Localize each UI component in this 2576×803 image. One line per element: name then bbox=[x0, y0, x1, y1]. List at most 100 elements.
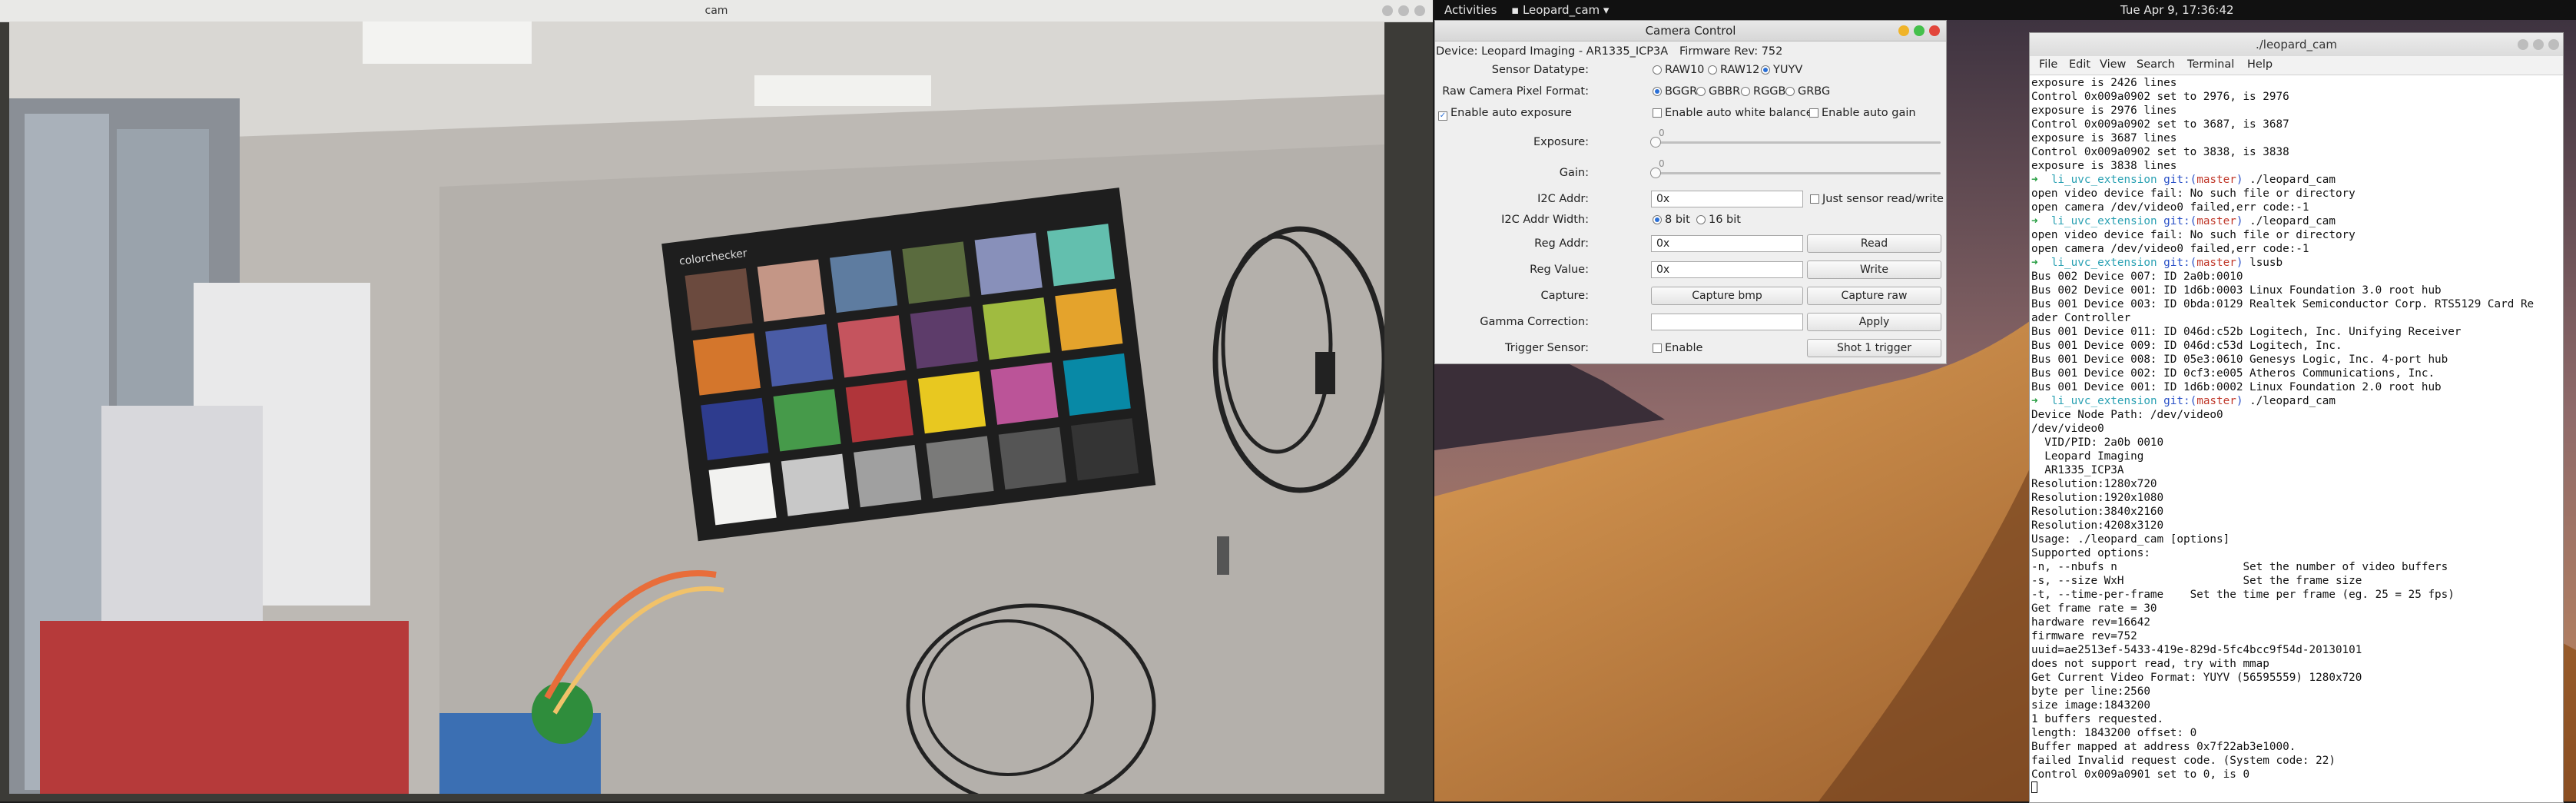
terminal-line: VID/PID: 2a0b 0010 bbox=[2031, 436, 2164, 449]
radio-selected-icon bbox=[1653, 87, 1662, 96]
auto-white-balance-checkbox[interactable]: Enable auto white balance bbox=[1653, 107, 1813, 119]
activities-button[interactable]: Activities bbox=[1444, 3, 1497, 17]
close-icon[interactable] bbox=[1929, 25, 1940, 36]
color-patch bbox=[781, 453, 850, 516]
shot-trigger-button[interactable]: Shot 1 trigger bbox=[1807, 339, 1941, 357]
i2c-width-label: I2C Addr Width: bbox=[1501, 214, 1589, 226]
capture-label: Capture: bbox=[1540, 290, 1589, 302]
gain-slider[interactable] bbox=[1653, 172, 1941, 174]
radio-grbg[interactable]: GRBG bbox=[1785, 85, 1830, 98]
radio-label: GRBG bbox=[1798, 85, 1831, 98]
terminal-line: Control 0x009a0902 set to 3838, is 3838 bbox=[2031, 146, 2289, 158]
terminal-output[interactable]: exposure is 2426 lines Control 0x009a0902… bbox=[2031, 76, 2561, 801]
radio-label: BGGR bbox=[1665, 85, 1698, 98]
write-button[interactable]: Write bbox=[1807, 260, 1941, 279]
reg-value-input[interactable] bbox=[1651, 261, 1803, 278]
radio-16bit[interactable]: 16 bit bbox=[1696, 214, 1741, 226]
terminal-prompt-line: ➜ li_uvc_extension git:(master) ./leopar… bbox=[2031, 215, 2336, 227]
menu-help[interactable]: Help bbox=[2247, 58, 2273, 71]
colorchecker-chart: colorchecker bbox=[661, 187, 1156, 542]
radio-label: 8 bit bbox=[1665, 214, 1690, 226]
color-patch bbox=[990, 362, 1059, 425]
chevron-down-icon: ▾ bbox=[1600, 3, 1610, 17]
just-sensor-checkbox[interactable]: Just sensor read/write bbox=[1810, 193, 1944, 205]
exposure-slider-handle[interactable] bbox=[1650, 137, 1661, 148]
capture-bmp-button[interactable]: Capture bmp bbox=[1651, 287, 1803, 305]
menu-edit[interactable]: Edit bbox=[2069, 58, 2090, 71]
radio-gbbr[interactable]: GBBR bbox=[1696, 85, 1740, 98]
color-patch bbox=[685, 268, 753, 331]
color-patch bbox=[830, 250, 898, 314]
terminal-line: Usage: ./leopard_cam [options] bbox=[2031, 533, 2230, 546]
close-icon[interactable] bbox=[2548, 39, 2559, 50]
capture-raw-button[interactable]: Capture raw bbox=[1807, 287, 1941, 305]
terminal-line: Resolution:1280x720 bbox=[2031, 478, 2157, 490]
apply-button[interactable]: Apply bbox=[1807, 313, 1941, 331]
terminal-line: -t, --time-per-frame Set the time per fr… bbox=[2031, 589, 2455, 601]
radio-rggb[interactable]: RGGB bbox=[1741, 85, 1786, 98]
menu-terminal[interactable]: Terminal bbox=[2187, 58, 2234, 71]
i2c-addr-label: I2C Addr: bbox=[1537, 193, 1589, 205]
reg-addr-label: Reg Addr: bbox=[1534, 237, 1589, 250]
radio-label: YUYV bbox=[1773, 64, 1803, 76]
terminal-line: Get frame rate = 30 bbox=[2031, 602, 2157, 615]
menu-view[interactable]: View bbox=[2100, 58, 2126, 71]
terminal-line: open video device fail: No such file or … bbox=[2031, 229, 2356, 241]
maximize-icon[interactable] bbox=[1398, 5, 1409, 16]
terminal-menubar: File Edit View Search Terminal Help bbox=[2030, 56, 2563, 75]
gain-slider-handle[interactable] bbox=[1650, 168, 1661, 178]
minimize-icon[interactable] bbox=[2518, 39, 2528, 50]
radio-raw12[interactable]: RAW12 bbox=[1708, 64, 1759, 76]
reg-addr-input[interactable] bbox=[1651, 235, 1803, 252]
close-icon[interactable] bbox=[1414, 5, 1425, 16]
checkbox-icon bbox=[1809, 108, 1818, 118]
radio-raw10[interactable]: RAW10 bbox=[1653, 64, 1704, 76]
terminal-line: uuid=ae2513ef-5433-419e-829d-5fc4bcc9f54… bbox=[2031, 644, 2362, 656]
app-menu[interactable]: ▪ Leopard_cam ▾ bbox=[1511, 3, 1609, 17]
read-button[interactable]: Read bbox=[1807, 234, 1941, 253]
color-patch bbox=[1046, 224, 1116, 287]
terminal-line: Supported options: bbox=[2031, 547, 2150, 559]
minimize-icon[interactable] bbox=[1898, 25, 1909, 36]
gamma-input[interactable] bbox=[1651, 314, 1803, 330]
terminal-line: Bus 001 Device 003: ID 0bda:0129 Realtek… bbox=[2031, 298, 2535, 310]
checkbox-label: Enable auto gain bbox=[1822, 107, 1916, 119]
color-patch bbox=[773, 389, 841, 452]
terminal-line: length: 1843200 offset: 0 bbox=[2031, 727, 2197, 739]
color-patch bbox=[854, 445, 922, 508]
terminal-line: Buffer mapped at address 0x7f22ab3e1000. bbox=[2031, 741, 2296, 753]
reg-value-label: Reg Value: bbox=[1530, 264, 1589, 276]
auto-gain-checkbox[interactable]: Enable auto gain bbox=[1809, 107, 1916, 119]
radio-bggr[interactable]: BGGR bbox=[1653, 85, 1697, 98]
radio-8bit[interactable]: 8 bit bbox=[1653, 214, 1690, 226]
terminal-line: Control 0x009a0902 set to 2976, is 2976 bbox=[2031, 91, 2289, 103]
color-patch bbox=[708, 463, 777, 526]
terminal-line: -s, --size WxH Set the frame size bbox=[2031, 575, 2362, 587]
menu-file[interactable]: File bbox=[2039, 58, 2057, 71]
terminal-line: Bus 001 Device 008: ID 05e3:0610 Genesys… bbox=[2031, 353, 2448, 366]
color-patch bbox=[910, 306, 978, 369]
radio-selected-icon bbox=[1761, 65, 1770, 75]
color-patch bbox=[701, 397, 769, 461]
terminal-line: 1 buffers requested. bbox=[2031, 713, 2164, 725]
cam-titlebar[interactable]: cam bbox=[0, 0, 1433, 22]
camera-control-titlebar[interactable]: Camera Control bbox=[1435, 21, 1946, 41]
maximize-icon[interactable] bbox=[2533, 39, 2544, 50]
terminal-line: Device Node Path: /dev/video0 bbox=[2031, 409, 2223, 421]
exposure-slider[interactable] bbox=[1653, 141, 1941, 144]
radio-icon bbox=[1653, 65, 1662, 75]
maximize-icon[interactable] bbox=[1914, 25, 1925, 36]
terminal-line: Control 0x009a0902 set to 3687, is 3687 bbox=[2031, 118, 2289, 131]
terminal-line: ader Controller bbox=[2031, 312, 2131, 324]
terminal-titlebar[interactable]: ./leopard_cam bbox=[2030, 33, 2563, 57]
terminal-line: Bus 002 Device 001: ID 1d6b:0003 Linux F… bbox=[2031, 284, 2442, 297]
terminal-prompt-line: ➜ li_uvc_extension git:(master) lsusb bbox=[2031, 257, 2283, 269]
menu-search[interactable]: Search bbox=[2137, 58, 2175, 71]
trigger-enable-checkbox[interactable]: Enable bbox=[1653, 342, 1702, 354]
minimize-icon[interactable] bbox=[1382, 5, 1393, 16]
radio-label: RGGB bbox=[1753, 85, 1786, 98]
radio-yuyv[interactable]: YUYV bbox=[1761, 64, 1802, 76]
clock[interactable]: Tue Apr 9, 17:36:42 bbox=[2120, 3, 2234, 17]
i2c-addr-input[interactable] bbox=[1651, 191, 1803, 207]
auto-exposure-checkbox[interactable]: ✓ Enable auto exposure bbox=[1438, 107, 1572, 121]
